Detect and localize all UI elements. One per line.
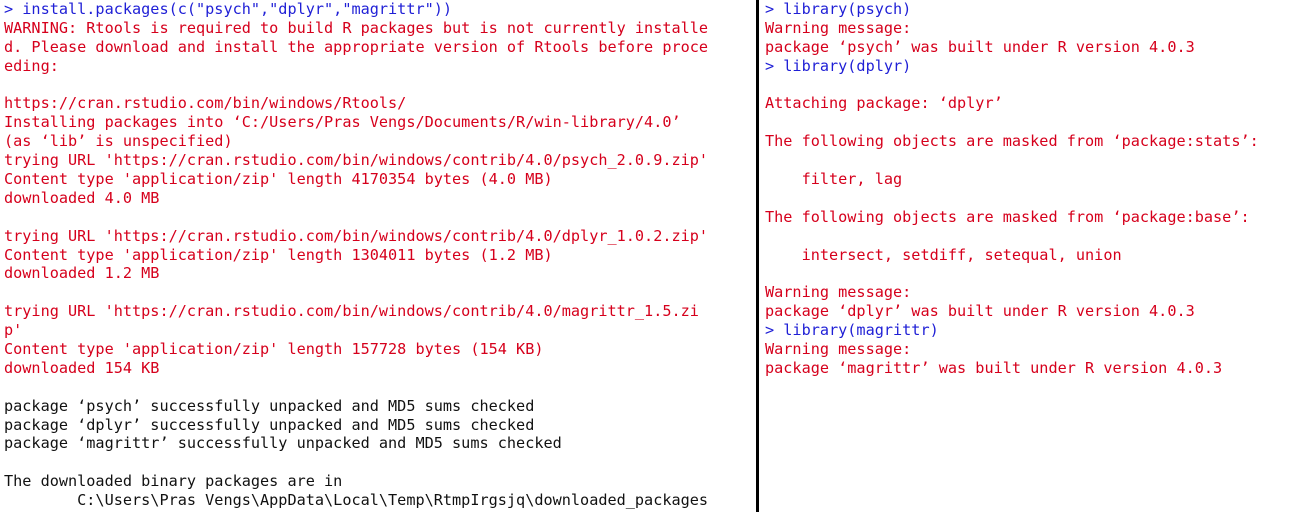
console-line: filter, lag — [765, 170, 903, 189]
console-line: Content type 'application/zip' length 13… — [4, 245, 553, 264]
console-line: > library(magrittr) — [765, 321, 939, 340]
console-line: https://cran.rstudio.com/bin/windows/Rto… — [4, 94, 407, 113]
console-line: Installing packages into ‘C:/Users/Pras … — [4, 113, 681, 132]
console-line: trying URL 'https://cran.rstudio.com/bin… — [4, 226, 709, 245]
console-line: Warning message: — [765, 18, 912, 37]
pane-divider[interactable] — [756, 0, 759, 512]
console-line: package ‘magrittr’ successfully unpacked… — [4, 434, 562, 453]
console-line: package ‘psych’ successfully unpacked an… — [4, 396, 535, 415]
console-line: package ‘magrittr’ was built under R ver… — [765, 358, 1223, 377]
console-line: Attaching package: ‘dplyr’ — [765, 94, 1003, 113]
left-console-pane[interactable]: > install.packages(c("psych","dplyr","ma… — [4, 0, 756, 516]
console-line: downloaded 154 KB — [4, 358, 160, 377]
console-line: > install.packages(c("psych","dplyr","ma… — [4, 0, 453, 18]
console-line: Warning message: — [765, 283, 912, 302]
console-line: trying URL 'https://cran.rstudio.com/bin… — [4, 151, 709, 170]
console-line: eding: — [4, 56, 59, 75]
console-line: package ‘dplyr’ successfully unpacked an… — [4, 415, 535, 434]
console-line: The following objects are masked from ‘p… — [765, 132, 1259, 151]
console-line: > library(psych) — [765, 0, 912, 18]
console-line: The following objects are masked from ‘p… — [765, 207, 1250, 226]
console-line: package ‘dplyr’ was built under R versio… — [765, 302, 1195, 321]
console-line: intersect, setdiff, setequal, union — [765, 245, 1122, 264]
right-console-pane[interactable]: > library(psych) Warning message: package … — [765, 0, 1292, 516]
console-line: WARNING: Rtools is required to build R p… — [4, 18, 709, 37]
console-line: The downloaded binary packages are in — [4, 472, 343, 491]
console-line: Warning message: — [765, 340, 912, 359]
console-line: Content type 'application/zip' length 15… — [4, 340, 544, 359]
console-line: package ‘psych’ was built under R versio… — [765, 37, 1195, 56]
console-line: p' — [4, 321, 23, 340]
console-line: Content type 'application/zip' length 41… — [4, 170, 553, 189]
console-line: (as ‘lib’ is unspecified) — [4, 132, 233, 151]
console-line: C:\Users\Pras Vengs\AppData\Local\Temp\R… — [4, 491, 709, 510]
console-line: downloaded 1.2 MB — [4, 264, 160, 283]
console-line: > library(dplyr) — [765, 56, 912, 75]
console-line: trying URL 'https://cran.rstudio.com/bin… — [4, 302, 699, 321]
console-line: downloaded 4.0 MB — [4, 188, 160, 207]
console-line: d. Please download and install the appro… — [4, 37, 709, 56]
